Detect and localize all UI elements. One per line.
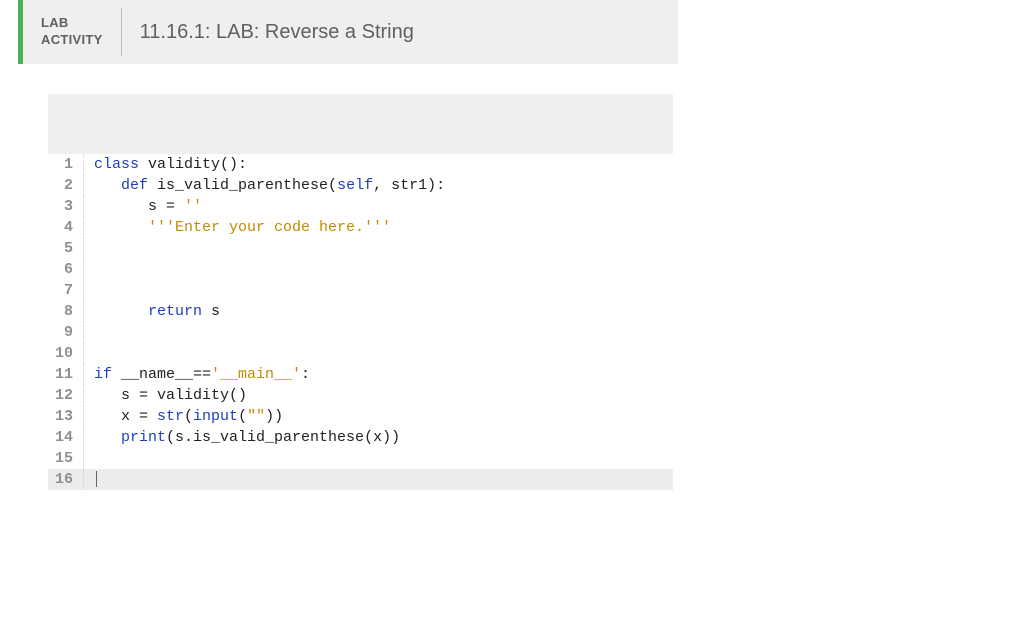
line-number: 10 [48, 343, 84, 364]
code-line[interactable]: 12 s = validity() [48, 385, 673, 406]
code-panel: 1class validity():2 def is_valid_parenth… [48, 94, 673, 490]
code-content[interactable]: s = '' [84, 196, 673, 217]
code-content[interactable]: def is_valid_parenthese(self, str1): [84, 175, 673, 196]
code-line[interactable]: 7 [48, 280, 673, 301]
code-line[interactable]: 13 x = str(input("")) [48, 406, 673, 427]
activity-header: LAB ACTIVITY 11.16.1: LAB: Reverse a Str… [18, 0, 678, 64]
code-content[interactable]: '''Enter your code here.''' [84, 217, 673, 238]
line-number: 3 [48, 196, 84, 217]
code-line[interactable]: 2 def is_valid_parenthese(self, str1): [48, 175, 673, 196]
code-content[interactable] [84, 469, 673, 490]
line-number: 8 [48, 301, 84, 322]
code-line[interactable]: 1class validity(): [48, 154, 673, 175]
line-number: 5 [48, 238, 84, 259]
code-content[interactable] [84, 238, 673, 259]
code-panel-wrap: 1class validity():2 def is_valid_parenth… [18, 64, 678, 490]
line-number: 7 [48, 280, 84, 301]
code-content[interactable]: if __name__=='__main__': [84, 364, 673, 385]
code-content[interactable]: x = str(input("")) [84, 406, 673, 427]
line-number: 14 [48, 427, 84, 448]
line-number: 9 [48, 322, 84, 343]
code-content[interactable] [84, 448, 673, 469]
code-content[interactable]: print(s.is_valid_parenthese(x)) [84, 427, 673, 448]
line-number: 4 [48, 217, 84, 238]
line-number: 13 [48, 406, 84, 427]
code-content[interactable] [84, 343, 673, 364]
line-number: 12 [48, 385, 84, 406]
code-line[interactable]: 5 [48, 238, 673, 259]
code-content[interactable]: return s [84, 301, 673, 322]
line-number: 15 [48, 448, 84, 469]
code-line[interactable]: 4 '''Enter your code here.''' [48, 217, 673, 238]
code-content[interactable] [84, 322, 673, 343]
code-content[interactable] [84, 280, 673, 301]
line-number: 2 [48, 175, 84, 196]
activity-title: 11.16.1: LAB: Reverse a String [122, 0, 432, 64]
line-number: 16 [48, 469, 84, 490]
code-content[interactable]: class validity(): [84, 154, 673, 175]
code-line[interactable]: 15 [48, 448, 673, 469]
activity-container: LAB ACTIVITY 11.16.1: LAB: Reverse a Str… [18, 0, 678, 490]
line-number: 1 [48, 154, 84, 175]
code-line[interactable]: 16 [48, 469, 673, 490]
line-number: 11 [48, 364, 84, 385]
code-line[interactable]: 8 return s [48, 301, 673, 322]
code-content[interactable]: s = validity() [84, 385, 673, 406]
code-line[interactable]: 11if __name__=='__main__': [48, 364, 673, 385]
code-line[interactable]: 3 s = '' [48, 196, 673, 217]
line-number: 6 [48, 259, 84, 280]
code-line[interactable]: 14 print(s.is_valid_parenthese(x)) [48, 427, 673, 448]
activity-type-badge: LAB ACTIVITY [23, 0, 121, 64]
code-line[interactable]: 6 [48, 259, 673, 280]
code-editor[interactable]: 1class validity():2 def is_valid_parenth… [48, 154, 673, 490]
code-line[interactable]: 10 [48, 343, 673, 364]
cursor [96, 471, 97, 487]
code-line[interactable]: 9 [48, 322, 673, 343]
code-content[interactable] [84, 259, 673, 280]
badge-line-2: ACTIVITY [41, 32, 103, 49]
badge-line-1: LAB [41, 15, 103, 32]
